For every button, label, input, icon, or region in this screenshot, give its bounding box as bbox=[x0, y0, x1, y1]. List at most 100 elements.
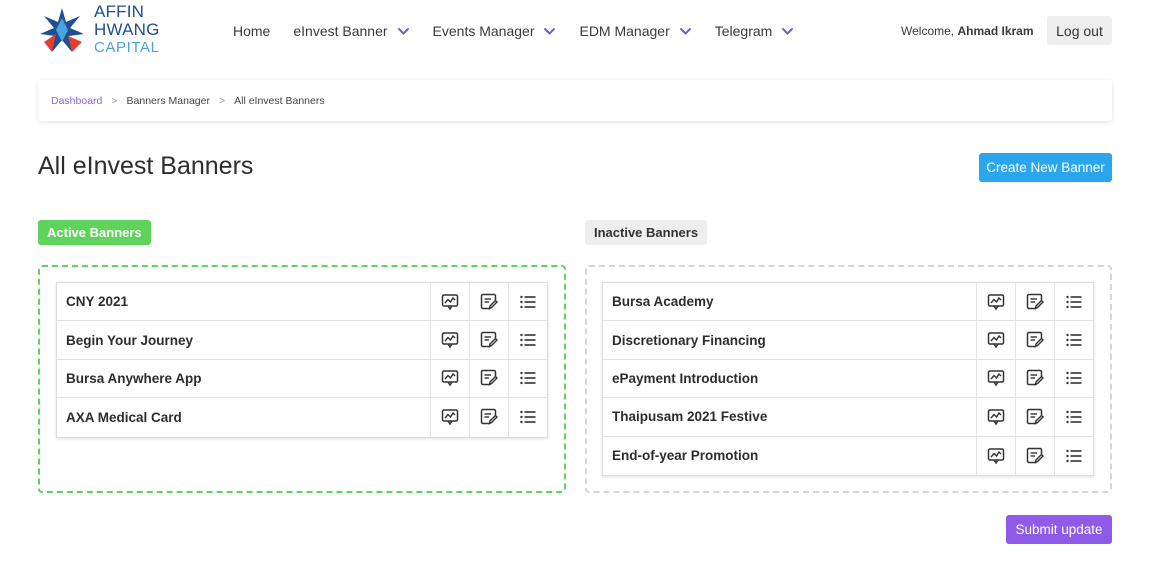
preview-icon bbox=[441, 293, 459, 311]
logo-star-icon bbox=[40, 8, 84, 52]
banner-row[interactable]: End-of-year Promotion bbox=[603, 436, 1093, 475]
banner-name: Thaipusam 2021 Festive bbox=[612, 409, 768, 425]
list-icon bbox=[1066, 372, 1082, 385]
banner-row[interactable]: Begin Your Journey bbox=[57, 321, 547, 360]
breadcrumb-dashboard[interactable]: Dashboard bbox=[51, 95, 102, 107]
nav-edm-manager[interactable]: EDM Manager bbox=[579, 22, 691, 40]
edit-icon bbox=[1026, 293, 1044, 310]
breadcrumb-separator: > bbox=[111, 94, 118, 107]
banner-name: End-of-year Promotion bbox=[612, 448, 759, 464]
nav-label: Events Manager bbox=[432, 23, 535, 39]
nav-label: Telegram bbox=[714, 23, 773, 39]
list-button[interactable] bbox=[508, 321, 547, 359]
list-icon bbox=[1066, 333, 1082, 347]
preview-icon bbox=[987, 332, 1005, 349]
preview-button[interactable] bbox=[430, 359, 469, 398]
edit-icon bbox=[480, 293, 498, 310]
banner-row[interactable]: Discretionary Financing bbox=[603, 321, 1093, 360]
chevron-down-icon bbox=[782, 28, 794, 35]
banner-row[interactable]: ePayment Introduction bbox=[603, 359, 1093, 399]
welcome-text: Welcome, Ahmad Ikram bbox=[901, 24, 1034, 38]
list-button[interactable] bbox=[1054, 398, 1093, 436]
breadcrumb-separator: > bbox=[218, 94, 226, 107]
edit-button[interactable] bbox=[1015, 321, 1054, 359]
active-banners-label: Active Banners bbox=[38, 220, 151, 245]
preview-button[interactable] bbox=[430, 283, 469, 321]
preview-button[interactable] bbox=[430, 321, 469, 359]
nav-events-manager[interactable]: Events Manager bbox=[433, 22, 557, 40]
breadcrumb-current: All eInvest Banners bbox=[234, 94, 325, 107]
inactive-banners-list: Bursa Academy Discretionary Financing ePay… bbox=[602, 282, 1094, 476]
chevron-down-icon bbox=[544, 28, 556, 35]
preview-icon bbox=[441, 332, 459, 349]
banner-row[interactable]: Bursa Anywhere App bbox=[57, 359, 547, 399]
chevron-down-icon bbox=[679, 28, 691, 35]
preview-button[interactable] bbox=[976, 436, 1015, 475]
edit-button[interactable] bbox=[1015, 283, 1054, 321]
list-icon bbox=[520, 411, 536, 424]
list-icon bbox=[520, 372, 536, 385]
list-button[interactable] bbox=[508, 398, 547, 437]
preview-button[interactable] bbox=[976, 398, 1015, 436]
list-button[interactable] bbox=[1054, 321, 1093, 359]
banner-name: Bursa Academy bbox=[612, 294, 714, 310]
nav-label: eInvest Banner bbox=[293, 23, 388, 39]
banner-name: CNY 2021 bbox=[66, 294, 129, 310]
logout-button[interactable]: Log out bbox=[1047, 16, 1112, 45]
page-title: All eInvest Banners bbox=[38, 152, 254, 180]
edit-button[interactable] bbox=[469, 283, 508, 321]
submit-update-button[interactable]: Submit update bbox=[1006, 515, 1112, 544]
list-button[interactable] bbox=[1054, 436, 1093, 475]
banner-name: Discretionary Financing bbox=[612, 332, 766, 348]
active-banners-list: CNY 2021 Begin Your Journey Bursa Anywhere… bbox=[56, 282, 548, 438]
banner-name: AXA Medical Card bbox=[66, 409, 182, 425]
preview-button[interactable] bbox=[976, 283, 1015, 321]
edit-button[interactable] bbox=[1015, 398, 1054, 436]
preview-button[interactable] bbox=[976, 321, 1015, 359]
edit-icon bbox=[1026, 447, 1044, 464]
list-icon bbox=[1066, 410, 1082, 424]
breadcrumb: Dashboard > Banners Manager > All eInves… bbox=[38, 80, 1112, 121]
list-button[interactable] bbox=[508, 359, 547, 398]
list-icon bbox=[520, 295, 536, 308]
list-button[interactable] bbox=[1054, 283, 1093, 321]
edit-icon bbox=[1026, 408, 1044, 425]
edit-button[interactable] bbox=[469, 321, 508, 359]
edit-icon bbox=[480, 331, 498, 348]
list-button[interactable] bbox=[1054, 359, 1093, 398]
banner-name: Bursa Anywhere App bbox=[66, 370, 202, 386]
preview-icon bbox=[441, 370, 459, 387]
inactive-banners-label: Inactive Banners bbox=[585, 220, 708, 245]
edit-button[interactable] bbox=[1015, 436, 1054, 475]
preview-button[interactable] bbox=[430, 398, 469, 437]
breadcrumb-banners-manager[interactable]: Banners Manager bbox=[127, 95, 210, 107]
edit-button[interactable] bbox=[469, 359, 508, 398]
create-new-banner-button[interactable]: Create New Banner bbox=[979, 153, 1112, 182]
top-header: AFFIN HWANG CAPITAL Home eInvest Banner … bbox=[0, 0, 1150, 62]
banner-name: ePayment Introduction bbox=[612, 370, 759, 386]
nav-einvest-banner[interactable]: eInvest Banner bbox=[293, 22, 409, 40]
list-button[interactable] bbox=[508, 283, 547, 321]
edit-button[interactable] bbox=[469, 398, 508, 437]
preview-icon bbox=[987, 409, 1005, 426]
main-nav: Home eInvest Banner Events Manager EDM M… bbox=[233, 22, 817, 40]
user-name: Ahmad Ikram bbox=[957, 24, 1034, 38]
nav-home[interactable]: Home bbox=[233, 22, 270, 40]
preview-icon bbox=[987, 293, 1005, 311]
welcome-label: Welcome, bbox=[901, 24, 955, 38]
banner-row[interactable]: AXA Medical Card bbox=[57, 398, 547, 437]
brand-name-line1: AFFIN HWANG bbox=[94, 2, 160, 39]
chevron-down-icon bbox=[397, 28, 409, 35]
nav-telegram[interactable]: Telegram bbox=[715, 22, 795, 40]
banner-row[interactable]: CNY 2021 bbox=[57, 283, 547, 322]
edit-button[interactable] bbox=[1015, 359, 1054, 398]
list-icon bbox=[1066, 295, 1082, 308]
preview-button[interactable] bbox=[976, 359, 1015, 398]
brand-logo[interactable]: AFFIN HWANG CAPITAL bbox=[38, 2, 208, 56]
list-icon bbox=[520, 333, 536, 347]
banner-row[interactable]: Bursa Academy bbox=[603, 283, 1093, 322]
banner-row[interactable]: Thaipusam 2021 Festive bbox=[603, 398, 1093, 437]
preview-icon bbox=[987, 370, 1005, 387]
nav-label: Home bbox=[233, 23, 271, 39]
list-icon bbox=[1066, 449, 1082, 462]
